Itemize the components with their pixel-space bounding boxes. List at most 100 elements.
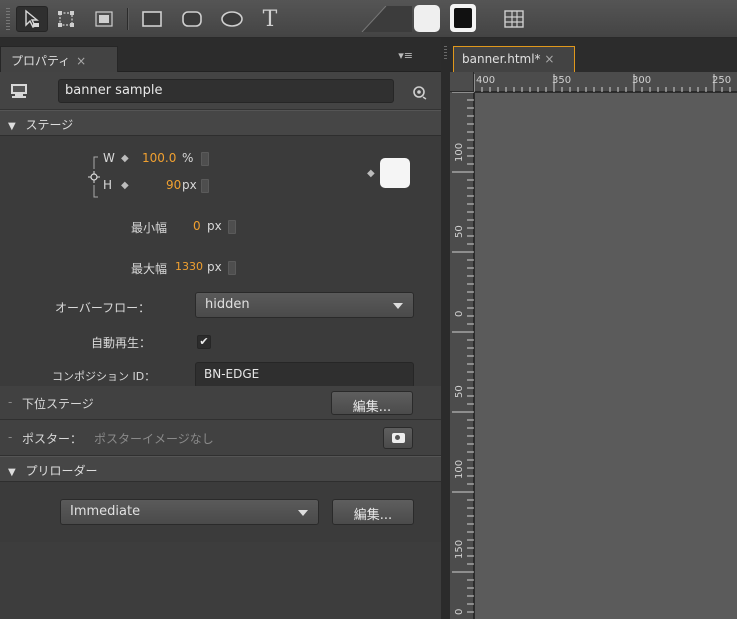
height-lock-toggle[interactable] — [201, 179, 209, 193]
vertical-ruler[interactable]: 100 50 0 50 100 150 0 — [450, 92, 474, 619]
overflow-label: オーバーフロー： — [55, 301, 151, 315]
width-label: W — [103, 151, 115, 165]
grid-icon — [504, 10, 524, 28]
min-width-value[interactable]: 0 — [193, 219, 201, 233]
composition-id-input[interactable]: BN-EDGE — [195, 362, 414, 388]
stage-canvas[interactable] — [475, 93, 737, 619]
height-label: H — [103, 178, 113, 192]
ruler-h-label: 250 — [712, 75, 732, 86]
document-tab-label: banner.html* — [462, 52, 541, 66]
horizontal-ruler-ticks — [474, 74, 731, 92]
horizontal-ruler[interactable]: 400 350 300 250 — [474, 72, 737, 92]
properties-panel: プロパティ × ▾≡ banner sample ▼ ステージ W ◆ 100.… — [0, 38, 441, 619]
preloader-row: Immediate 編集... — [0, 482, 441, 542]
ruler-v-label: 0 — [454, 608, 465, 615]
height-unit[interactable]: px — [182, 178, 197, 192]
ruler-v-label: 100 — [454, 459, 465, 479]
max-width-label: 最大幅 — [131, 262, 168, 276]
document-area: banner.html* × 400 350 300 250 100 50 0 … — [450, 38, 737, 619]
stage-section-label: ステージ — [25, 118, 74, 132]
ellipse-tool-button[interactable] — [216, 6, 248, 32]
fill-color-swatch[interactable] — [414, 5, 440, 32]
composition-name-input[interactable]: banner sample — [58, 79, 394, 103]
chevron-down-icon — [393, 303, 403, 309]
ruler-h-label: 350 — [552, 75, 572, 86]
ruler-v-label: 50 — [454, 225, 465, 238]
height-keyframe-icon[interactable]: ◆ — [121, 180, 129, 191]
preloader-edit-button[interactable]: 編集... — [332, 499, 414, 525]
min-width-toggle[interactable] — [228, 220, 236, 234]
clip-icon — [95, 11, 113, 27]
poster-row: - ポスター： ポスターイメージなし — [0, 420, 441, 456]
stage-properties: W ◆ 100.0 % H ◆ 90 px ◆ 最小幅 0 px 最大幅 133… — [0, 136, 441, 388]
height-value[interactable]: 90 — [166, 178, 181, 192]
stage-color-swatch[interactable] — [380, 158, 410, 188]
ruler-v-label: 100 — [454, 142, 465, 162]
substage-edit-button[interactable]: 編集... — [331, 391, 413, 415]
panel-tabbar: プロパティ × ▾≡ — [0, 38, 441, 72]
tab-banner-html[interactable]: banner.html* × — [453, 46, 575, 72]
preloader-section-header[interactable]: ▼ プリローダー — [0, 456, 441, 482]
substage-label: 下位ステージ — [22, 397, 94, 411]
expand-arrow-icon: ▼ — [8, 467, 16, 478]
embed-settings-icon[interactable] — [411, 84, 427, 100]
max-width-toggle[interactable] — [228, 261, 236, 275]
stage-color-keyframe-icon[interactable]: ◆ — [367, 168, 375, 179]
width-unit[interactable]: % — [182, 151, 193, 165]
stage-icon — [11, 84, 27, 98]
main-toolbar: T — [0, 0, 737, 38]
substage-row: - 下位ステージ 編集... — [0, 386, 441, 420]
composition-id-label: コンポジション ID： — [52, 370, 156, 383]
width-keyframe-icon[interactable]: ◆ — [121, 153, 129, 164]
width-value[interactable]: 100.0 — [142, 151, 176, 165]
preloader-section-label: プリローダー — [25, 464, 98, 478]
autoplay-checkbox[interactable]: ✔ — [197, 335, 211, 349]
overflow-select[interactable]: hidden — [195, 292, 414, 318]
fill-stroke-divider — [361, 6, 412, 32]
ruler-v-label: 50 — [454, 385, 465, 398]
poster-label: ポスター： — [22, 432, 83, 446]
preloader-select[interactable]: Immediate — [60, 499, 319, 525]
ruler-h-label: 400 — [476, 75, 496, 86]
tab-close-icon[interactable]: × — [76, 54, 86, 68]
max-width-unit[interactable]: px — [207, 260, 222, 274]
stage-section-header[interactable]: ▼ ステージ — [0, 110, 441, 136]
grid-tool-button[interactable] — [498, 6, 530, 32]
clipping-tool-button[interactable] — [88, 6, 120, 32]
selection-tool-button[interactable] — [16, 6, 48, 32]
rounded-rectangle-icon — [182, 11, 202, 27]
transform-tool-button[interactable] — [50, 6, 82, 32]
camera-icon — [392, 433, 405, 443]
max-width-value[interactable]: 1330 — [175, 260, 203, 273]
ruler-corner — [450, 72, 474, 92]
transform-icon — [58, 11, 74, 27]
link-dimensions-icon[interactable] — [86, 155, 104, 199]
capture-poster-button[interactable] — [383, 427, 413, 449]
document-close-icon[interactable]: × — [544, 52, 554, 66]
panel-menu-icon[interactable]: ▾≡ — [398, 49, 413, 62]
min-width-unit[interactable]: px — [207, 219, 222, 233]
poster-value: ポスターイメージなし — [94, 432, 214, 446]
tab-properties[interactable]: プロパティ × — [0, 46, 118, 72]
panel-splitter[interactable] — [441, 38, 450, 619]
overflow-select-value: hidden — [205, 297, 250, 312]
ellipse-icon — [221, 11, 243, 27]
expand-arrow-icon: ▼ — [8, 121, 16, 132]
min-width-label: 最小幅 — [131, 221, 168, 235]
toolbar-grip[interactable] — [6, 8, 10, 30]
text-tool-button[interactable]: T — [254, 6, 286, 32]
autoplay-label: 自動再生： — [91, 336, 152, 350]
rectangle-tool-button[interactable] — [136, 6, 168, 32]
rounded-rectangle-tool-button[interactable] — [176, 6, 208, 32]
toolbar-separator — [127, 8, 128, 30]
ruler-v-label: 150 — [454, 539, 465, 559]
ruler-v-label: 0 — [454, 310, 465, 317]
ruler-h-label: 300 — [632, 75, 652, 86]
width-lock-toggle[interactable] — [201, 152, 209, 166]
preloader-select-value: Immediate — [70, 504, 141, 519]
rectangle-icon — [142, 11, 162, 27]
tab-properties-label: プロパティ — [11, 54, 71, 68]
stroke-color-swatch[interactable] — [450, 4, 476, 32]
composition-name-row: banner sample — [0, 72, 441, 110]
chevron-down-icon — [298, 510, 308, 516]
